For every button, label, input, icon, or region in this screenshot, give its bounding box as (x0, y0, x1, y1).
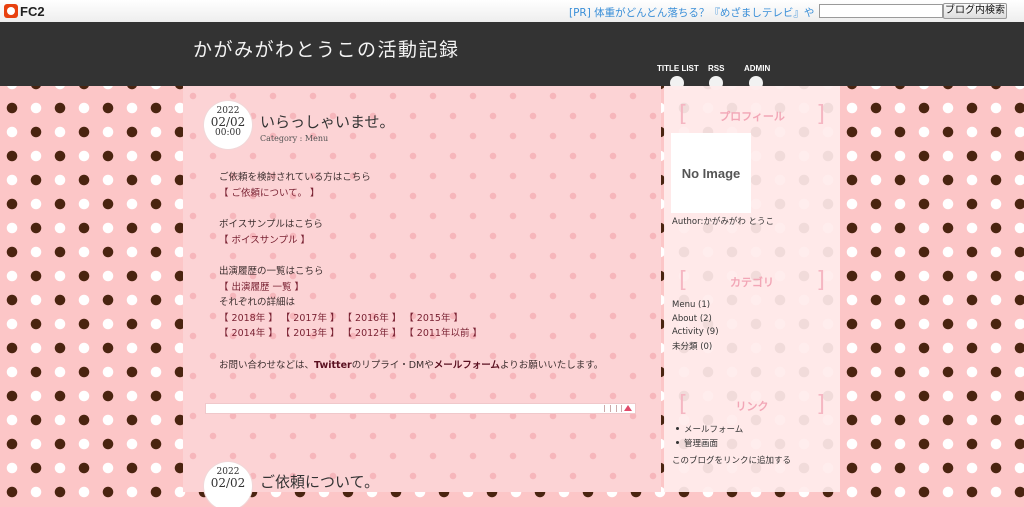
blog-search-input[interactable] (819, 4, 943, 18)
post-footer-bar (205, 403, 636, 414)
nav-rss[interactable]: RSS (708, 64, 724, 73)
post-category[interactable]: Category : Menu (260, 134, 328, 143)
author-name: Author:かがみがわ とうこ (672, 217, 775, 227)
category-item-activity[interactable]: Activity (9) (672, 327, 719, 337)
twitter-link[interactable]: Twitter (314, 360, 352, 371)
links-heading-text: リンク (735, 400, 769, 413)
footer-separator (610, 405, 611, 412)
voice-sample-link[interactable]: 【 ボイスサンプル 】 (219, 235, 310, 246)
bracket-right-icon: ] (816, 392, 825, 417)
profile-image-placeholder: No Image (671, 133, 751, 213)
link-mail-form[interactable]: メールフォーム (684, 423, 743, 435)
mail-form-link[interactable]: メールフォーム (434, 360, 500, 371)
bracket-right-icon: ] (816, 102, 825, 127)
year-2015-link[interactable]: 【 2015年 】 (404, 313, 463, 324)
year-2011-earlier-link[interactable]: 【 2011年以前 】 (404, 328, 482, 339)
list-bullet-icon (676, 427, 679, 430)
category-item-uncategorized[interactable]: 未分類 (0) (672, 340, 712, 352)
bracket-right-icon: ] (816, 268, 825, 293)
page-top-arrow-icon[interactable] (624, 405, 632, 411)
post-body: ご依頼を検討されている方はこちら 【 ご依頼について。 】 ボイスサンプルはこち… (219, 170, 639, 373)
links-heading: [ リンク ] (679, 392, 825, 417)
year-2018-link[interactable]: 【 2018年 】 (219, 313, 278, 324)
footer-separator (616, 405, 617, 412)
fc2-logo[interactable]: FC2 (4, 3, 45, 19)
contact-text: のリプライ・DMや (351, 359, 434, 371)
body-line: ご依頼を検討されている方はこちら (219, 172, 371, 183)
footer-separator (604, 405, 605, 412)
contact-text: お問い合わせなどは、 (219, 359, 315, 371)
category-item-about[interactable]: About (2) (672, 314, 712, 324)
year-2014-link[interactable]: 【 2014年 】 (219, 328, 278, 339)
fc2-toolbar: FC2 [PR] 体重がどんどん落ちる？『めざましテレビ』や『バイキン ブログ内… (0, 0, 1024, 23)
contact-text: よりお願いいたします。 (499, 359, 604, 371)
body-line: 出演履歴の一覧はこちら (219, 266, 324, 277)
add-blog-link[interactable]: このブログをリンクに追加する (672, 454, 791, 466)
contact-line: お問い合わせなどは、Twitterのリプライ・DMやメールフォームよりお願いいた… (219, 358, 639, 374)
category-heading-text: カテゴリ (730, 276, 774, 289)
post-date-time: 00:00 (215, 128, 241, 138)
fc2-logo-text: FC2 (20, 3, 45, 19)
year-2017-link[interactable]: 【 2017年 】 (281, 313, 340, 324)
post-date-badge: 2022 02/02 00:00 (207, 104, 249, 146)
post-date-month-day: 02/02 (210, 476, 246, 490)
link-admin-page[interactable]: 管理画面 (684, 437, 718, 449)
post-title[interactable]: ご依頼について。 (260, 471, 379, 492)
list-bullet-icon (676, 441, 679, 444)
category-item-menu[interactable]: Menu (1) (672, 300, 710, 310)
request-info-link[interactable]: 【 ご依頼について。 】 (219, 188, 319, 199)
profile-heading: [ プロフィール ] (679, 102, 825, 127)
footer-separator (621, 405, 622, 412)
nav-title-list[interactable]: TITLE LIST (657, 64, 699, 73)
profile-heading-text: プロフィール (719, 110, 785, 123)
appearance-list-link[interactable]: 【 出演履歴 一覧 】 (219, 282, 304, 293)
blog-title[interactable]: かがみがわとうこの活動記録 (193, 35, 460, 62)
blog-header: かがみがわとうこの活動記録 TITLE LIST RSS ADMIN (0, 22, 1024, 86)
post-date-month-day: 02/02 (210, 115, 246, 129)
body-line: それぞれの詳細は (219, 297, 296, 308)
category-heading: [ カテゴリ ] (679, 268, 825, 293)
year-2016-link[interactable]: 【 2016年 】 (343, 313, 402, 324)
year-2012-link[interactable]: 【 2012年 】 (343, 328, 402, 339)
year-2013-link[interactable]: 【 2013年 】 (281, 328, 340, 339)
fc2-logo-icon (4, 4, 18, 18)
blog-search-button[interactable]: ブログ内検索 (943, 3, 1007, 19)
post-title[interactable]: いらっしゃいませ。 (260, 111, 395, 132)
post-date-badge: 2022 02/02 (207, 465, 249, 507)
nav-admin[interactable]: ADMIN (744, 64, 770, 73)
body-line: ボイスサンプルはこちら (219, 219, 323, 230)
